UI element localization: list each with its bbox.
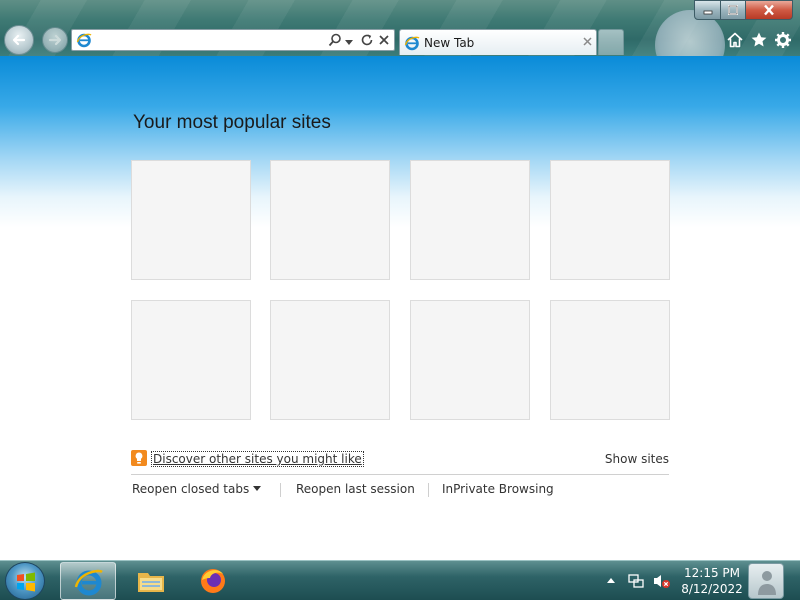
minimize-button[interactable]	[694, 0, 721, 20]
tab-label: New Tab	[424, 36, 475, 50]
home-icon[interactable]	[726, 31, 744, 49]
close-tab-icon[interactable]	[582, 36, 593, 47]
clock-time: 12:15 PM	[684, 566, 740, 580]
refresh-icon[interactable]	[360, 33, 374, 47]
site-tile[interactable]	[550, 300, 670, 420]
site-tile[interactable]	[550, 160, 670, 280]
taskbar: 12:15 PM 8/12/2022	[0, 560, 800, 600]
show-hidden-icons-arrow-icon[interactable]	[606, 576, 616, 584]
stop-icon[interactable]	[377, 33, 391, 47]
back-button[interactable]	[4, 25, 34, 55]
restore-icon	[728, 5, 738, 15]
tab-new-tab[interactable]: New Tab	[399, 29, 597, 55]
windows-logo-icon	[17, 572, 35, 592]
restore-button[interactable]	[720, 0, 746, 20]
back-arrow-icon	[12, 34, 26, 46]
address-bar[interactable]	[71, 29, 395, 51]
discover-sites-link[interactable]: Discover other sites you might like	[151, 451, 364, 467]
taskbar-firefox[interactable]	[185, 562, 241, 600]
user-account-button[interactable]	[748, 563, 784, 599]
system-clock[interactable]: 12:15 PM 8/12/2022	[680, 565, 744, 597]
site-tile[interactable]	[131, 300, 251, 420]
inprivate-browsing-link[interactable]: InPrivate Browsing	[442, 482, 554, 496]
close-icon	[764, 4, 774, 16]
site-tile[interactable]	[270, 160, 390, 280]
new-tab-button[interactable]	[598, 29, 624, 55]
network-icon[interactable]	[628, 573, 644, 589]
chevron-down-icon[interactable]	[253, 486, 261, 492]
volume-muted-icon[interactable]	[653, 573, 671, 589]
discover-row: Discover other sites you might like Show…	[131, 450, 669, 470]
search-icon[interactable]	[328, 33, 342, 47]
ie-tab-icon	[404, 36, 420, 51]
new-tab-page: Your most popular sites Discover other s…	[0, 56, 800, 560]
page-title: Your most popular sites	[133, 112, 331, 133]
address-input[interactable]	[96, 32, 316, 48]
chevron-down-icon[interactable]	[345, 36, 353, 50]
show-sites-link[interactable]: Show sites	[605, 452, 669, 466]
divider	[131, 474, 669, 475]
ie-page-icon	[76, 33, 92, 48]
site-tile[interactable]	[270, 300, 390, 420]
separator	[280, 483, 281, 497]
folder-icon	[138, 573, 164, 592]
clock-date: 8/12/2022	[681, 582, 743, 596]
close-window-button[interactable]	[745, 0, 793, 20]
reopen-last-session-link[interactable]: Reopen last session	[296, 482, 415, 496]
minimize-icon	[703, 10, 712, 15]
forward-arrow-icon	[48, 34, 62, 46]
taskbar-internet-explorer[interactable]	[60, 562, 116, 600]
taskbar-windows-explorer[interactable]	[123, 562, 179, 600]
internet-explorer-icon	[74, 569, 103, 596]
favorites-star-icon[interactable]	[750, 31, 768, 49]
separator	[428, 483, 429, 497]
browser-chrome: New Tab	[0, 0, 800, 56]
suggested-sites-icon	[131, 450, 147, 466]
gear-icon[interactable]	[774, 31, 792, 49]
site-tile[interactable]	[410, 300, 530, 420]
firefox-icon	[201, 569, 225, 593]
user-silhouette-icon	[758, 571, 776, 595]
forward-button[interactable]	[42, 27, 68, 53]
site-tile[interactable]	[410, 160, 530, 280]
site-tile[interactable]	[131, 160, 251, 280]
reopen-closed-tabs-link[interactable]: Reopen closed tabs	[132, 482, 249, 496]
start-button[interactable]	[5, 562, 45, 600]
